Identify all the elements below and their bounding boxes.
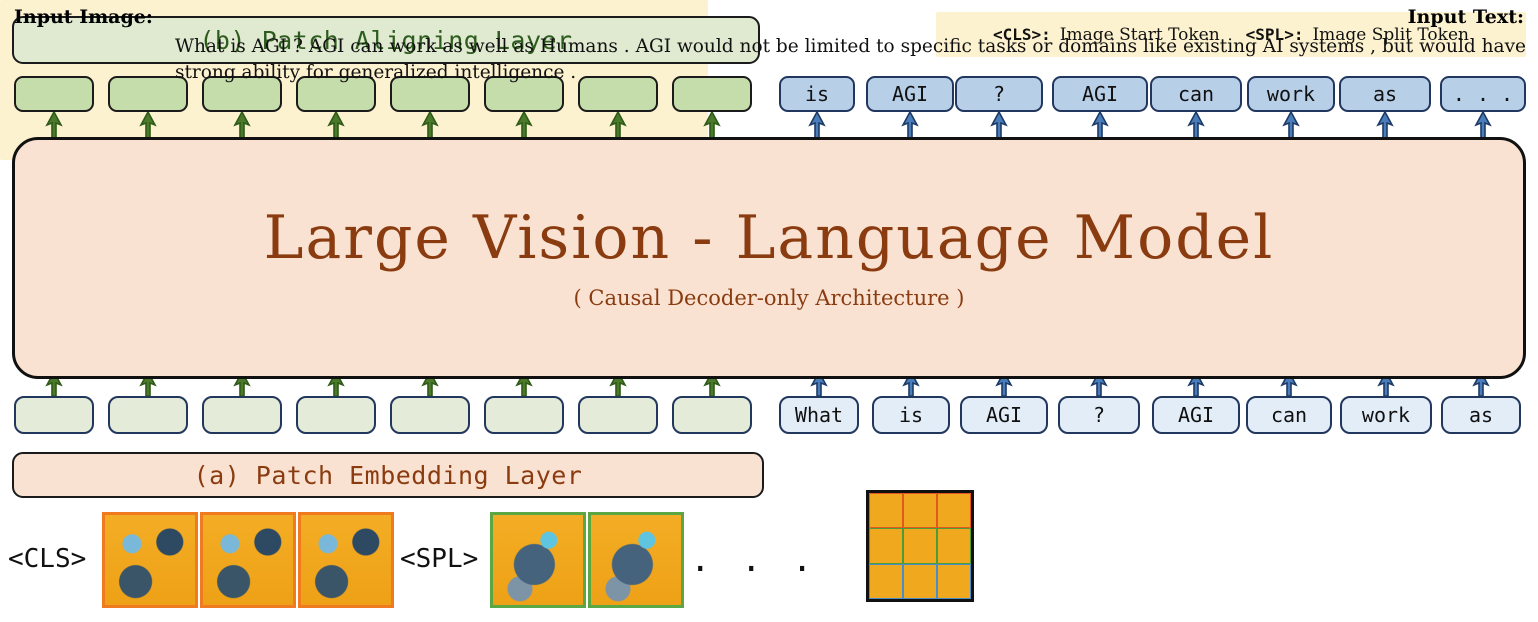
input-text-body: What is AGI ? AGI can work as well as Hu…: [175, 36, 1526, 84]
input-vision-token-7: [672, 396, 752, 434]
input-text-label: Input Text:: [1407, 6, 1524, 28]
model-subtitle: ( Causal Decoder-only Architecture ): [573, 285, 965, 310]
image-patch-orange-1: [200, 512, 296, 608]
input-text-token-5: can: [1246, 396, 1332, 434]
input-text-token-7: as: [1441, 396, 1521, 434]
input-text-token-3: ?: [1058, 396, 1140, 434]
image-patch-green-0: [490, 512, 586, 608]
spl-token-label: <SPL>: [400, 544, 479, 574]
image-patch-green-1: [588, 512, 684, 608]
input-text-token-2: AGI: [960, 396, 1048, 434]
model-title: Large Vision - Language Model: [263, 202, 1275, 273]
diagram-canvas: (b) Patch Aligning Layer <CLS>: Image St…: [0, 0, 1538, 622]
input-text-token-0: What: [779, 396, 859, 434]
input-vision-token-1: [108, 396, 188, 434]
input-vision-token-0: [14, 396, 94, 434]
input-vision-token-3: [296, 396, 376, 434]
image-patch-orange-2: [298, 512, 394, 608]
input-vision-token-5: [484, 396, 564, 434]
patch-embedding-layer-box: (a) Patch Embedding Layer: [12, 452, 764, 498]
input-vision-token-2: [202, 396, 282, 434]
input-image-label: Input Image:: [14, 6, 153, 28]
input-text-token-4: AGI: [1152, 396, 1240, 434]
input-image-thumbnail: [866, 490, 974, 602]
large-vision-language-model-box: Large Vision - Language Model ( Causal D…: [12, 137, 1526, 379]
cls-token-label: <CLS>: [8, 544, 87, 574]
output-vision-token-0: [14, 76, 94, 112]
patch-strip-ellipsis: . . .: [690, 540, 818, 580]
input-vision-token-4: [390, 396, 470, 434]
input-text-token-6: work: [1340, 396, 1432, 434]
input-text-token-1: is: [872, 396, 950, 434]
input-vision-token-6: [578, 396, 658, 434]
image-patch-orange-0: [102, 512, 198, 608]
